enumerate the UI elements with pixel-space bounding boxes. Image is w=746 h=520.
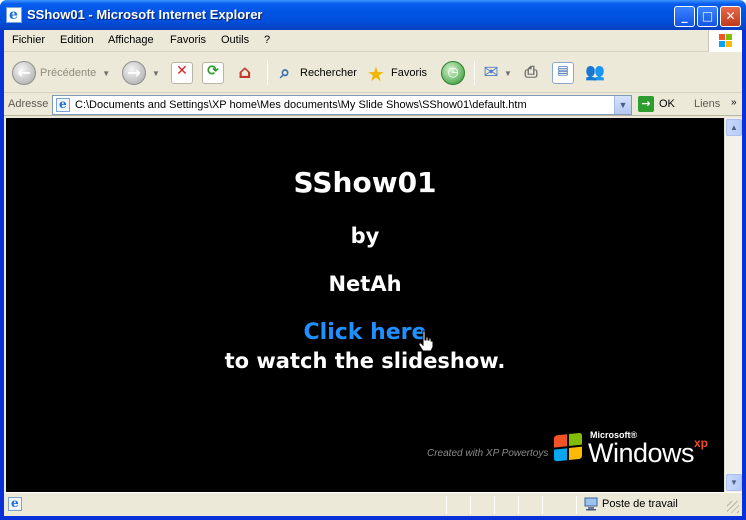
- address-url[interactable]: C:\Documents and Settings\XP home\Mes do…: [75, 99, 527, 111]
- windows-flag-icon: [708, 30, 742, 52]
- mail-button[interactable]: ✉ ▼: [480, 59, 512, 87]
- standard-toolbar: ← Précédente ▼ → ▼ ✕ ⟳ ⌂ ⌕ Rechercher ★ …: [4, 53, 742, 93]
- home-button[interactable]: ⌂: [234, 59, 256, 87]
- menu-edition[interactable]: Edition: [60, 34, 94, 46]
- menu-favoris[interactable]: Favoris: [170, 34, 206, 46]
- favorites-label: Favoris: [391, 67, 428, 79]
- slideshow-title: SShow01: [293, 166, 437, 199]
- page-status-icon: e: [8, 496, 22, 511]
- status-bar: e Poste de travail: [4, 492, 742, 516]
- refresh-icon: ⟳: [202, 62, 224, 84]
- logo-xp: xp: [694, 436, 709, 450]
- menu-fichier[interactable]: Fichier: [12, 34, 45, 46]
- toolbar-separator: [474, 61, 475, 85]
- print-button[interactable]: ⎙: [520, 59, 542, 87]
- menu-bar: Fichier Edition Affichage Favoris Outils…: [4, 30, 742, 52]
- created-with-prefix: Created with: [427, 448, 484, 459]
- search-icon: ⌕: [279, 62, 291, 83]
- click-here-link[interactable]: Click here: [6, 320, 724, 345]
- go-button[interactable]: → OK: [638, 96, 675, 112]
- back-button[interactable]: ← Précédente ▼: [12, 59, 110, 87]
- mail-icon: ✉: [483, 62, 499, 83]
- back-arrow-icon: ←: [12, 61, 36, 85]
- windows-logo-flag-icon: [554, 432, 584, 463]
- menu-outils[interactable]: Outils: [221, 34, 249, 46]
- minimize-button[interactable]: _: [674, 6, 695, 27]
- status-divider: [494, 496, 495, 514]
- browser-window: e SShow01 - Microsoft Internet Explorer …: [0, 0, 746, 520]
- hand-cursor-icon: [418, 330, 434, 352]
- refresh-button[interactable]: ⟳: [202, 59, 224, 87]
- forward-dropdown-icon[interactable]: ▼: [152, 69, 160, 78]
- address-dropdown-icon[interactable]: ▼: [614, 96, 631, 114]
- go-arrow-icon: →: [638, 96, 654, 112]
- author-name: NetAh: [328, 272, 402, 296]
- logo-windows: Windows: [588, 438, 695, 468]
- home-icon: ⌂: [238, 62, 252, 83]
- messenger-button[interactable]: 👥: [584, 59, 606, 87]
- security-zone-label: Poste de travail: [602, 498, 678, 510]
- status-divider: [576, 496, 577, 514]
- back-label: Précédente: [40, 67, 97, 79]
- page-content: SShow01 by NetAh Click here to watch the…: [6, 118, 724, 492]
- status-divider: [470, 496, 471, 514]
- back-dropdown-icon[interactable]: ▼: [102, 69, 110, 78]
- go-label: OK: [659, 98, 675, 110]
- close-button[interactable]: ✕: [720, 6, 741, 27]
- address-input[interactable]: e C:\Documents and Settings\XP home\Mes …: [52, 95, 632, 115]
- search-label: Rechercher: [300, 67, 357, 79]
- stop-button[interactable]: ✕: [171, 59, 193, 87]
- watch-slideshow-text: to watch the slideshow.: [224, 349, 506, 373]
- history-button[interactable]: ◷: [441, 59, 465, 87]
- search-button[interactable]: ⌕ Rechercher: [274, 59, 357, 87]
- stop-icon: ✕: [171, 62, 193, 84]
- mail-dropdown-icon[interactable]: ▼: [504, 69, 512, 78]
- favorites-button[interactable]: ★ Favoris: [365, 59, 427, 87]
- internet-explorer-icon[interactable]: e: [6, 7, 22, 23]
- forward-button[interactable]: → ▼: [122, 59, 160, 87]
- status-divider: [446, 496, 447, 514]
- window-title: SShow01 - Microsoft Internet Explorer: [27, 7, 263, 22]
- status-divider: [518, 496, 519, 514]
- windows-xp-logo: Microsoft® Windows xp: [554, 424, 714, 468]
- window-client: Fichier Edition Affichage Favoris Outils…: [4, 30, 742, 516]
- scroll-up-icon[interactable]: ▲: [726, 119, 742, 136]
- edit-button[interactable]: ▤: [552, 59, 574, 87]
- links-button[interactable]: Liens: [694, 98, 720, 110]
- title-bar[interactable]: e SShow01 - Microsoft Internet Explorer …: [0, 0, 746, 30]
- menu-help[interactable]: ?: [264, 34, 270, 46]
- edit-page-icon: ▤: [552, 62, 574, 84]
- menu-affichage[interactable]: Affichage: [108, 34, 154, 46]
- forward-arrow-icon: →: [122, 61, 146, 85]
- toolbar-separator: [267, 61, 268, 85]
- address-bar: Adresse e C:\Documents and Settings\XP h…: [4, 94, 742, 116]
- address-label: Adresse: [8, 98, 49, 110]
- links-chevron-icon[interactable]: »: [731, 97, 737, 108]
- history-icon: ◷: [441, 61, 465, 85]
- printer-icon: ⎙: [524, 62, 538, 81]
- created-with-product: XP Powertoys: [485, 448, 549, 459]
- page-icon: e: [56, 97, 70, 112]
- favorites-star-icon: ★: [367, 62, 385, 86]
- created-with-text: Created with XP Powertoys: [427, 448, 548, 459]
- maximize-button[interactable]: □: [697, 6, 718, 27]
- messenger-icon: 👥: [585, 62, 605, 81]
- status-divider: [542, 496, 543, 514]
- by-text: by: [350, 224, 380, 248]
- resize-grip-icon[interactable]: [727, 501, 739, 513]
- scroll-down-icon[interactable]: ▼: [726, 474, 742, 491]
- computer-zone-icon: [584, 497, 598, 511]
- vertical-scrollbar[interactable]: ▲ ▼: [724, 118, 742, 492]
